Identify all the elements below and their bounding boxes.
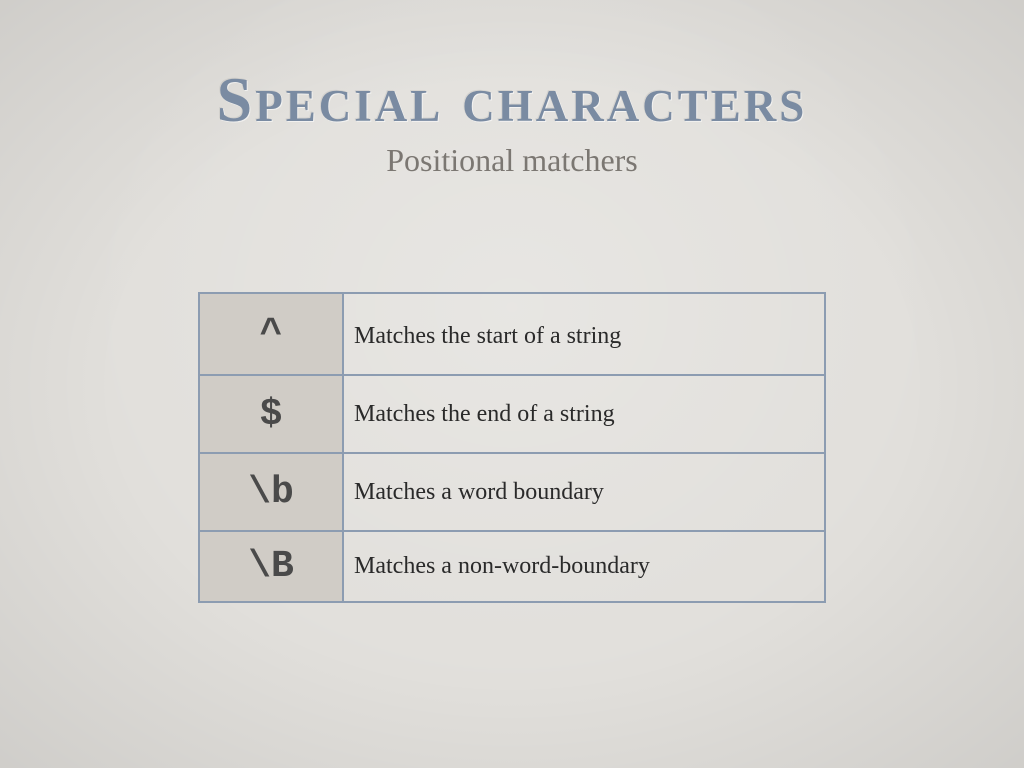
table-row: \b Matches a word boundary	[198, 452, 826, 532]
symbol-cell: \B	[198, 530, 344, 603]
table-row: \B Matches a non-word-boundary	[198, 530, 826, 603]
description-cell: Matches a word boundary	[342, 452, 826, 532]
table-row: $ Matches the end of a string	[198, 374, 826, 454]
description-cell: Matches a non-word-boundary	[342, 530, 826, 603]
table-row: ^ Matches the start of a string	[198, 292, 826, 376]
description-cell: Matches the start of a string	[342, 292, 826, 376]
slide-title: Special characters	[216, 64, 808, 135]
symbol-cell: ^	[198, 292, 344, 376]
description-cell: Matches the end of a string	[342, 374, 826, 454]
symbol-cell: \b	[198, 452, 344, 532]
symbol-cell: $	[198, 374, 344, 454]
slide: Special characters Positional matchers ^…	[0, 0, 1024, 768]
slide-subtitle: Positional matchers	[386, 142, 638, 178]
positional-matchers-table: ^ Matches the start of a string $ Matche…	[198, 292, 826, 603]
